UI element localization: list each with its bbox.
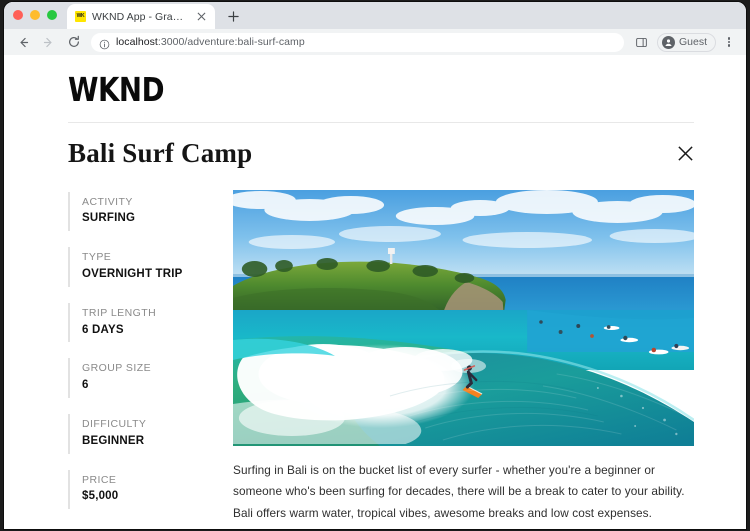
hero-image (233, 189, 694, 446)
close-window-button[interactable] (13, 9, 23, 20)
url-path: :3000/adventure:bali-surf-camp (157, 36, 305, 48)
site-header: WKND (4, 55, 746, 106)
reload-icon[interactable] (62, 31, 85, 54)
new-tab-button[interactable] (222, 5, 244, 27)
metadata-label: ACTIVITY (82, 195, 133, 208)
profile-chip[interactable]: Guest (656, 32, 716, 52)
adventure-detail: ACTIVITY SURFING TYPE OVERNIGHT TRIP TRI… (4, 169, 746, 529)
page-title: Bali Surf Camp (68, 138, 253, 168)
favicon-icon: WK (75, 11, 86, 22)
window-traffic-lights (13, 2, 67, 29)
metadata-label: PRICE (82, 473, 117, 486)
close-icon[interactable] (672, 141, 698, 167)
metadata-label: TRIP LENGTH (82, 306, 157, 319)
info-circle-icon[interactable] (99, 37, 110, 49)
three-dot-menu-icon[interactable] (719, 31, 739, 53)
metadata-label: TYPE (82, 251, 112, 264)
url-host: localhost (116, 36, 158, 48)
forward-arrow-icon[interactable] (37, 31, 60, 54)
side-panel-icon[interactable] (631, 31, 653, 53)
metadata-value: 6 (82, 379, 89, 392)
address-bar-url: localhost:3000/adventure:bali-surf-camp (116, 36, 305, 48)
browser-toolbar: localhost:3000/adventure:bali-surf-camp … (4, 29, 746, 55)
metadata-item-group-size: GROUP SIZE 6 (68, 358, 223, 398)
wknd-logo[interactable]: WKND (68, 73, 699, 106)
metadata-label: GROUP SIZE (82, 362, 152, 375)
metadata-item-type: TYPE OVERNIGHT TRIP (68, 247, 223, 287)
page-content: WKND Bali Surf Camp ACTIVITY SURFING TYP… (4, 55, 746, 529)
tab-close-icon[interactable] (195, 10, 208, 23)
minimize-window-button[interactable] (30, 9, 40, 20)
metadata-label: DIFFICULTY (82, 417, 147, 430)
metadata-value: OVERNIGHT TRIP (82, 268, 183, 280)
metadata-item-activity: ACTIVITY SURFING (68, 191, 223, 232)
title-row: Bali Surf Camp (4, 123, 746, 169)
profile-label: Guest (678, 36, 707, 48)
metadata-value: SURFING (82, 212, 136, 225)
maximize-window-button[interactable] (47, 9, 57, 20)
metadata-item-price: PRICE $5,000 (68, 469, 223, 510)
description-text: Surfing in Bali is on the bucket list of… (233, 462, 685, 520)
metadata-value: BEGINNER (82, 434, 145, 447)
tab-strip: WK WKND App - GraphQL (4, 2, 746, 29)
metadata-list: ACTIVITY SURFING TYPE OVERNIGHT TRIP TRI… (68, 190, 223, 529)
metadata-item-difficulty: DIFFICULTY BEGINNER (68, 413, 223, 454)
browser-tab[interactable]: WK WKND App - GraphQL (67, 4, 215, 29)
browser-window: WK WKND App - GraphQL localhost:3000/adv… (4, 2, 746, 529)
address-bar[interactable]: localhost:3000/adventure:bali-surf-camp (91, 32, 624, 52)
metadata-value: $5,000 (82, 490, 119, 503)
metadata-value: 6 DAYS (82, 323, 124, 336)
content-column: Surfing in Bali is on the bucket list of… (223, 189, 694, 529)
back-arrow-icon[interactable] (12, 31, 35, 54)
tab-title: WKND App - GraphQL (92, 10, 189, 23)
metadata-item-trip-length: TRIP LENGTH 6 DAYS (68, 302, 223, 343)
person-icon (661, 35, 675, 49)
